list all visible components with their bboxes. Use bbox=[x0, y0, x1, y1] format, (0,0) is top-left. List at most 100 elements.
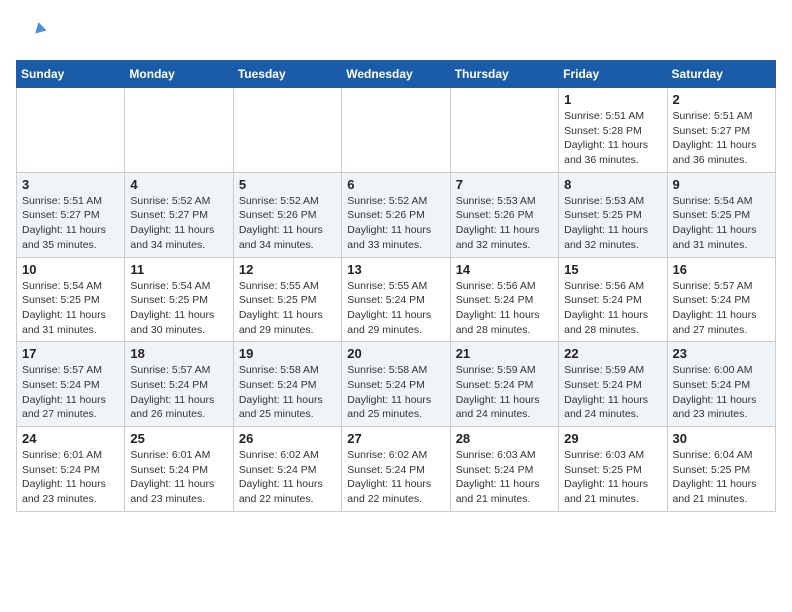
day-number: 2 bbox=[673, 92, 770, 107]
day-info: Sunrise: 6:00 AMSunset: 5:24 PMDaylight:… bbox=[673, 363, 770, 422]
calendar-cell bbox=[233, 88, 341, 173]
calendar-cell: 21Sunrise: 5:59 AMSunset: 5:24 PMDayligh… bbox=[450, 342, 558, 427]
day-number: 8 bbox=[564, 177, 661, 192]
calendar-cell bbox=[125, 88, 233, 173]
calendar-cell: 22 Sunrise: 5:59 AMSunset: 5:24 PMDayligh… bbox=[559, 342, 667, 427]
day-info: Sunrise: 5:52 AMSunset: 5:26 PMDaylight:… bbox=[239, 194, 336, 253]
day-info: Sunrise: 5:59 AMSunset: 5:24 PMDaylight:… bbox=[564, 363, 661, 422]
calendar-cell: 13 Sunrise: 5:55 AMSunset: 5:24 PMDayligh… bbox=[342, 257, 450, 342]
day-number: 29 bbox=[564, 431, 661, 446]
calendar-cell: 11 Sunrise: 5:54 AMSunset: 5:25 PMDayligh… bbox=[125, 257, 233, 342]
logo bbox=[16, 16, 52, 48]
day-number: 3 bbox=[22, 177, 119, 192]
day-number: 10 bbox=[22, 262, 119, 277]
day-info: Sunrise: 6:02 AMSunset: 5:24 PMDaylight:… bbox=[239, 448, 336, 507]
calendar-week-1: 1 Sunrise: 5:51 AMSunset: 5:28 PMDaylight… bbox=[17, 88, 776, 173]
calendar-cell: 15 Sunrise: 5:56 AMSunset: 5:24 PMDayligh… bbox=[559, 257, 667, 342]
calendar-cell: 5 Sunrise: 5:52 AMSunset: 5:26 PMDaylight… bbox=[233, 172, 341, 257]
day-number: 23 bbox=[673, 346, 770, 361]
calendar-cell: 27Sunrise: 6:02 AMSunset: 5:24 PMDayligh… bbox=[342, 427, 450, 512]
day-number: 13 bbox=[347, 262, 444, 277]
calendar-cell bbox=[450, 88, 558, 173]
day-number: 4 bbox=[130, 177, 227, 192]
day-info: Sunrise: 5:51 AMSunset: 5:28 PMDaylight:… bbox=[564, 109, 661, 168]
day-info: Sunrise: 5:56 AMSunset: 5:24 PMDaylight:… bbox=[564, 279, 661, 338]
weekday-header-monday: Monday bbox=[125, 61, 233, 88]
day-info: Sunrise: 5:55 AMSunset: 5:24 PMDaylight:… bbox=[347, 279, 444, 338]
calendar-cell: 26Sunrise: 6:02 AMSunset: 5:24 PMDayligh… bbox=[233, 427, 341, 512]
calendar-week-2: 3 Sunrise: 5:51 AMSunset: 5:27 PMDaylight… bbox=[17, 172, 776, 257]
calendar-cell: 1 Sunrise: 5:51 AMSunset: 5:28 PMDaylight… bbox=[559, 88, 667, 173]
day-number: 12 bbox=[239, 262, 336, 277]
calendar-table: SundayMondayTuesdayWednesdayThursdayFrid… bbox=[16, 60, 776, 512]
weekday-header-tuesday: Tuesday bbox=[233, 61, 341, 88]
calendar-cell: 14 Sunrise: 5:56 AMSunset: 5:24 PMDayligh… bbox=[450, 257, 558, 342]
calendar-cell: 3 Sunrise: 5:51 AMSunset: 5:27 PMDaylight… bbox=[17, 172, 125, 257]
calendar-cell: 17Sunrise: 5:57 AMSunset: 5:24 PMDayligh… bbox=[17, 342, 125, 427]
day-info: Sunrise: 5:54 AMSunset: 5:25 PMDaylight:… bbox=[22, 279, 119, 338]
day-info: Sunrise: 6:03 AMSunset: 5:24 PMDaylight:… bbox=[456, 448, 553, 507]
weekday-header-saturday: Saturday bbox=[667, 61, 775, 88]
day-info: Sunrise: 5:52 AMSunset: 5:26 PMDaylight:… bbox=[347, 194, 444, 253]
calendar-week-5: 24 Sunrise: 6:01 AMSunset: 5:24 PMDayligh… bbox=[17, 427, 776, 512]
day-number: 24 bbox=[22, 431, 119, 446]
calendar-header-row: SundayMondayTuesdayWednesdayThursdayFrid… bbox=[17, 61, 776, 88]
day-info: Sunrise: 5:51 AMSunset: 5:27 PMDaylight:… bbox=[673, 109, 770, 168]
day-info: Sunrise: 5:57 AMSunset: 5:24 PMDaylight:… bbox=[130, 363, 227, 422]
calendar-cell: 25 Sunrise: 6:01 AMSunset: 5:24 PMDayligh… bbox=[125, 427, 233, 512]
day-number: 18 bbox=[130, 346, 227, 361]
calendar-cell: 24 Sunrise: 6:01 AMSunset: 5:24 PMDayligh… bbox=[17, 427, 125, 512]
day-number: 9 bbox=[673, 177, 770, 192]
calendar-week-4: 17 Sunrise: 5:57 AMSunset: 5:24 PMDayligh… bbox=[17, 342, 776, 427]
day-info: Sunrise: 5:54 AMSunset: 5:25 PMDaylight:… bbox=[130, 279, 227, 338]
calendar-cell: 4 Sunrise: 5:52 AMSunset: 5:27 PMDaylight… bbox=[125, 172, 233, 257]
day-number: 5 bbox=[239, 177, 336, 192]
day-number: 7 bbox=[456, 177, 553, 192]
weekday-header-wednesday: Wednesday bbox=[342, 61, 450, 88]
day-number: 14 bbox=[456, 262, 553, 277]
day-number: 11 bbox=[130, 262, 227, 277]
calendar-cell: 20 Sunrise: 5:58 AMSunset: 5:24 PMDayligh… bbox=[342, 342, 450, 427]
calendar-week-3: 10 Sunrise: 5:54 AMSunset: 5:25 PMDayligh… bbox=[17, 257, 776, 342]
calendar-cell bbox=[342, 88, 450, 173]
day-info: Sunrise: 5:55 AMSunset: 5:25 PMDaylight:… bbox=[239, 279, 336, 338]
day-number: 19 bbox=[239, 346, 336, 361]
weekday-header-sunday: Sunday bbox=[17, 61, 125, 88]
calendar-cell: 28 Sunrise: 6:03 AMSunset: 5:24 PMDayligh… bbox=[450, 427, 558, 512]
calendar-cell: 7Sunrise: 5:53 AMSunset: 5:26 PMDaylight… bbox=[450, 172, 558, 257]
calendar-cell: 19Sunrise: 5:58 AMSunset: 5:24 PMDayligh… bbox=[233, 342, 341, 427]
day-number: 28 bbox=[456, 431, 553, 446]
day-info: Sunrise: 5:52 AMSunset: 5:27 PMDaylight:… bbox=[130, 194, 227, 253]
day-number: 25 bbox=[130, 431, 227, 446]
calendar-cell: 23 Sunrise: 6:00 AMSunset: 5:24 PMDayligh… bbox=[667, 342, 775, 427]
calendar-cell: 29Sunrise: 6:03 AMSunset: 5:25 PMDayligh… bbox=[559, 427, 667, 512]
weekday-header-thursday: Thursday bbox=[450, 61, 558, 88]
calendar-cell: 12 Sunrise: 5:55 AMSunset: 5:25 PMDayligh… bbox=[233, 257, 341, 342]
day-number: 1 bbox=[564, 92, 661, 107]
calendar-cell: 10 Sunrise: 5:54 AMSunset: 5:25 PMDayligh… bbox=[17, 257, 125, 342]
day-info: Sunrise: 6:01 AMSunset: 5:24 PMDaylight:… bbox=[130, 448, 227, 507]
day-info: Sunrise: 6:01 AMSunset: 5:24 PMDaylight:… bbox=[22, 448, 119, 507]
page-header bbox=[16, 16, 776, 48]
day-number: 15 bbox=[564, 262, 661, 277]
calendar-cell: 8 Sunrise: 5:53 AMSunset: 5:25 PMDaylight… bbox=[559, 172, 667, 257]
day-info: Sunrise: 5:59 AMSunset: 5:24 PMDaylight:… bbox=[456, 363, 553, 422]
day-info: Sunrise: 6:04 AMSunset: 5:25 PMDaylight:… bbox=[673, 448, 770, 507]
logo-icon bbox=[16, 16, 48, 48]
day-number: 22 bbox=[564, 346, 661, 361]
day-info: Sunrise: 5:51 AMSunset: 5:27 PMDaylight:… bbox=[22, 194, 119, 253]
day-info: Sunrise: 5:58 AMSunset: 5:24 PMDaylight:… bbox=[347, 363, 444, 422]
calendar-cell: 6Sunrise: 5:52 AMSunset: 5:26 PMDaylight… bbox=[342, 172, 450, 257]
day-info: Sunrise: 6:02 AMSunset: 5:24 PMDaylight:… bbox=[347, 448, 444, 507]
day-number: 17 bbox=[22, 346, 119, 361]
day-number: 16 bbox=[673, 262, 770, 277]
day-info: Sunrise: 5:56 AMSunset: 5:24 PMDaylight:… bbox=[456, 279, 553, 338]
calendar-cell: 30 Sunrise: 6:04 AMSunset: 5:25 PMDayligh… bbox=[667, 427, 775, 512]
calendar-cell: 16Sunrise: 5:57 AMSunset: 5:24 PMDayligh… bbox=[667, 257, 775, 342]
day-number: 20 bbox=[347, 346, 444, 361]
day-info: Sunrise: 5:53 AMSunset: 5:25 PMDaylight:… bbox=[564, 194, 661, 253]
day-info: Sunrise: 5:54 AMSunset: 5:25 PMDaylight:… bbox=[673, 194, 770, 253]
day-number: 30 bbox=[673, 431, 770, 446]
weekday-header-friday: Friday bbox=[559, 61, 667, 88]
calendar-cell: 18 Sunrise: 5:57 AMSunset: 5:24 PMDayligh… bbox=[125, 342, 233, 427]
